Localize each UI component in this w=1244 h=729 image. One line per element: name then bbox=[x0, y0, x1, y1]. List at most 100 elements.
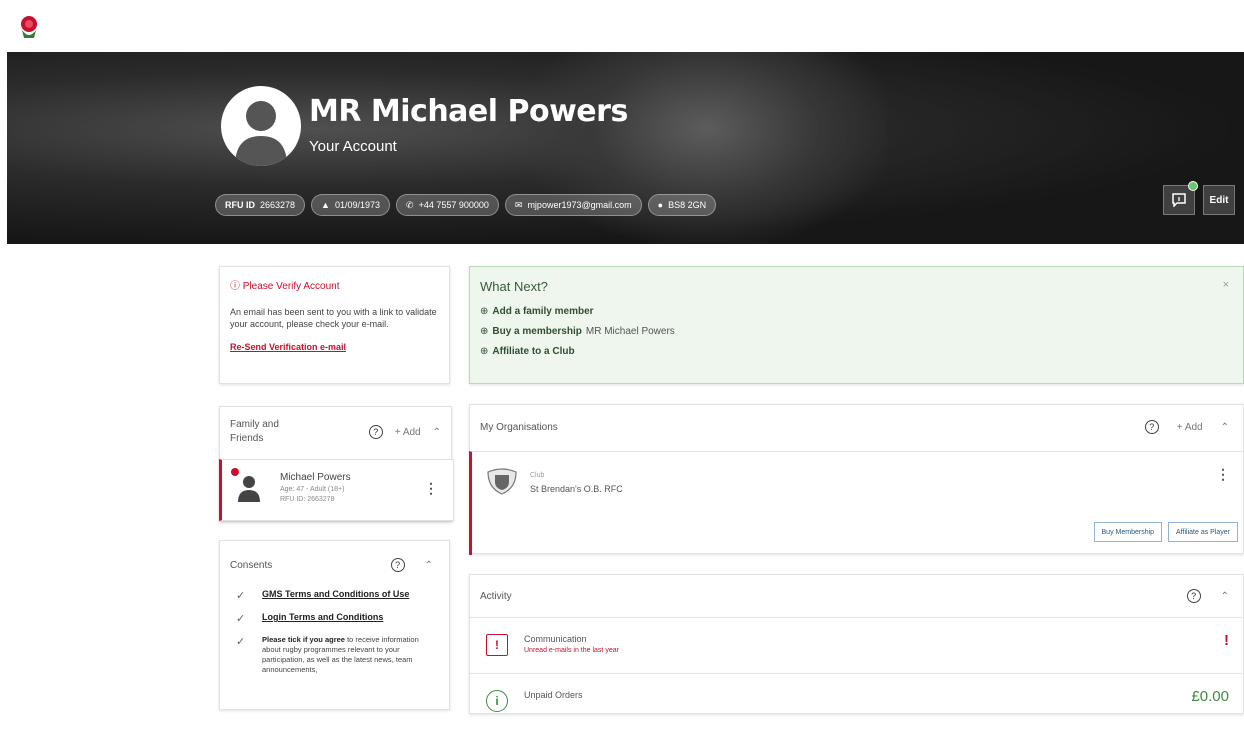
plus-circle-icon: ⊕ bbox=[480, 306, 489, 317]
consent-item[interactable]: ✓ GMS Terms and Conditions of Use bbox=[220, 589, 449, 602]
messages-button[interactable] bbox=[1163, 181, 1198, 215]
activity-card: Activity ? ⌃ ! Communication Unread e-ma… bbox=[469, 574, 1244, 714]
profile-subtitle: Your Account bbox=[309, 138, 397, 155]
club-crest-icon bbox=[487, 468, 517, 495]
buy-membership-button[interactable]: Buy Membership bbox=[1093, 522, 1163, 542]
activity-header: Activity ? ⌃ bbox=[470, 575, 1243, 617]
consents-header: Consents ? ⌃ bbox=[220, 541, 449, 589]
collapse-icon[interactable]: ⌃ bbox=[1221, 422, 1229, 433]
activity-value: £0.00 bbox=[1191, 688, 1229, 705]
link-label: Add a family member bbox=[492, 306, 594, 317]
activity-value: ! bbox=[1224, 632, 1229, 649]
link-suffix: MR Michael Powers bbox=[585, 326, 675, 337]
chip-value: 2663278 bbox=[260, 200, 296, 210]
buy-membership-link[interactable]: ⊕ Buy a membership MR Michael Powers bbox=[480, 326, 1233, 337]
activity-name: Unpaid Orders bbox=[524, 690, 583, 700]
activity-row-unpaid-orders[interactable]: i Unpaid Orders £0.00 bbox=[470, 673, 1244, 729]
consents-card: Consents ? ⌃ ✓ GMS Terms and Conditions … bbox=[219, 540, 450, 710]
add-family-button[interactable]: + Add bbox=[395, 427, 421, 438]
collapse-icon[interactable]: ⌃ bbox=[433, 427, 441, 438]
profile-name: MR Michael Powers bbox=[309, 94, 628, 129]
activity-name: Communication bbox=[524, 634, 587, 644]
message-alert-icon: ! bbox=[486, 634, 508, 656]
add-family-member-link[interactable]: ⊕ Add a family member bbox=[480, 306, 1233, 317]
profile-hero: MR Michael Powers Your Account RFU ID 26… bbox=[7, 52, 1244, 244]
member-name: Michael Powers bbox=[280, 472, 351, 483]
chip-label: RFU ID bbox=[225, 200, 255, 210]
info-circle-icon: i bbox=[486, 690, 508, 712]
link-label: Buy a membership bbox=[492, 326, 582, 337]
postcode-chip: ● BS8 2GN bbox=[647, 194, 717, 216]
top-bar bbox=[0, 0, 1244, 52]
rfu-id-chip: RFU ID 2663278 bbox=[215, 194, 306, 216]
verify-account-card: ⓘ Please Verify Account An email has bee… bbox=[219, 266, 450, 384]
organisations-header: My Organisations ? + Add ⌃ bbox=[470, 405, 1243, 449]
cake-icon: ▲ bbox=[321, 200, 330, 210]
member-avatar bbox=[238, 476, 260, 502]
pin-icon: ● bbox=[657, 200, 664, 210]
section-title: Consents bbox=[230, 559, 273, 571]
add-organisation-button[interactable]: + Add bbox=[1177, 422, 1203, 433]
phone-icon: ✆ bbox=[406, 199, 414, 210]
phone-chip: ✆ +44 7557 900000 bbox=[396, 194, 499, 216]
org-type: Club bbox=[530, 472, 545, 479]
notification-badge bbox=[1188, 181, 1198, 191]
affiliate-player-button[interactable]: Affiliate as Player bbox=[1168, 522, 1238, 542]
my-organisations-card: My Organisations ? + Add ⌃ Club St Brend… bbox=[469, 404, 1244, 555]
info-icon: ⓘ bbox=[230, 281, 243, 292]
check-icon: ✓ bbox=[236, 636, 246, 648]
avatar bbox=[221, 86, 301, 166]
check-icon: ✓ bbox=[236, 590, 246, 602]
edit-button[interactable]: Edit bbox=[1203, 185, 1235, 215]
link-label: Affiliate to a Club bbox=[492, 346, 575, 357]
affiliate-club-link[interactable]: ⊕ Affiliate to a Club bbox=[480, 346, 1233, 357]
family-header: Family and Friends ? + Add ⌃ bbox=[220, 407, 451, 457]
email-chip: ✉ mjpower1973@gmail.com bbox=[504, 194, 642, 216]
help-icon[interactable]: ? bbox=[390, 558, 405, 572]
chip-value: BS8 2GN bbox=[668, 200, 707, 210]
verify-title-text: Please Verify Account bbox=[242, 281, 340, 292]
section-title: My Organisations bbox=[480, 421, 558, 433]
rose-logo-icon[interactable] bbox=[18, 14, 40, 42]
family-member-row[interactable]: Michael Powers Age: 47 - Adult (18+) RFU… bbox=[219, 459, 454, 521]
help-icon[interactable]: ? bbox=[368, 425, 383, 439]
plus-circle-icon: ⊕ bbox=[480, 326, 489, 337]
help-icon[interactable]: ? bbox=[1144, 420, 1159, 434]
chat-icon bbox=[1172, 193, 1186, 207]
what-next-panel: What Next? × ⊕ Add a family member ⊕ Buy… bbox=[469, 266, 1244, 384]
close-icon[interactable]: × bbox=[1223, 279, 1229, 291]
verify-body: An email has been sent to you with a lin… bbox=[230, 307, 437, 329]
resend-verification-link[interactable]: Re-Send Verification e-mail bbox=[230, 342, 439, 352]
plus-circle-icon: ⊕ bbox=[480, 346, 489, 357]
profile-chips: RFU ID 2663278 ▲ 01/09/1973 ✆ +44 7557 9… bbox=[215, 194, 717, 216]
collapse-icon[interactable]: ⌃ bbox=[425, 560, 433, 571]
dob-chip: ▲ 01/09/1973 bbox=[311, 194, 391, 216]
activity-row-communication[interactable]: ! Communication Unread e-mails in the la… bbox=[470, 617, 1244, 673]
member-age: Age: 47 - Adult (18+) bbox=[280, 486, 345, 493]
header-tools: ? + Add ⌃ bbox=[1144, 420, 1229, 434]
member-rfu-id: RFU ID: 2663278 bbox=[280, 496, 335, 503]
section-title: Family and Friends bbox=[230, 419, 279, 444]
consent-link[interactable]: Login Terms and Conditions bbox=[262, 612, 383, 625]
help-icon[interactable]: ? bbox=[1186, 589, 1201, 603]
chip-value: mjpower1973@gmail.com bbox=[527, 200, 632, 210]
consent-item[interactable]: ✓ Please tick if you agree to receive in… bbox=[220, 635, 449, 675]
verify-title: ⓘ Please Verify Account bbox=[230, 277, 439, 292]
consent-item[interactable]: ✓ Login Terms and Conditions bbox=[220, 612, 449, 625]
collapse-icon[interactable]: ⌃ bbox=[1221, 591, 1229, 602]
organisation-row[interactable]: Club St Brendan's O.B. RFC ⋮ Buy Members… bbox=[469, 451, 1244, 555]
consent-link[interactable]: GMS Terms and Conditions of Use bbox=[262, 589, 409, 602]
more-options-icon[interactable]: ⋮ bbox=[1216, 466, 1230, 483]
mail-icon: ✉ bbox=[514, 199, 523, 210]
org-name: St Brendan's O.B. RFC bbox=[530, 484, 623, 494]
check-icon: ✓ bbox=[236, 613, 246, 625]
what-next-title: What Next? bbox=[480, 279, 548, 294]
header-tools: ? + Add ⌃ bbox=[368, 425, 441, 439]
family-friends-card: Family and Friends ? + Add ⌃ Michael Pow… bbox=[219, 406, 454, 522]
section-title: Activity bbox=[480, 590, 512, 602]
activity-sub: Unread e-mails in the last year bbox=[524, 647, 619, 654]
more-options-icon[interactable]: ⋮ bbox=[424, 480, 438, 497]
chip-value: 01/09/1973 bbox=[334, 200, 381, 210]
header-tools: ? ⌃ bbox=[390, 558, 433, 572]
header-tools: ? ⌃ bbox=[1186, 589, 1229, 603]
